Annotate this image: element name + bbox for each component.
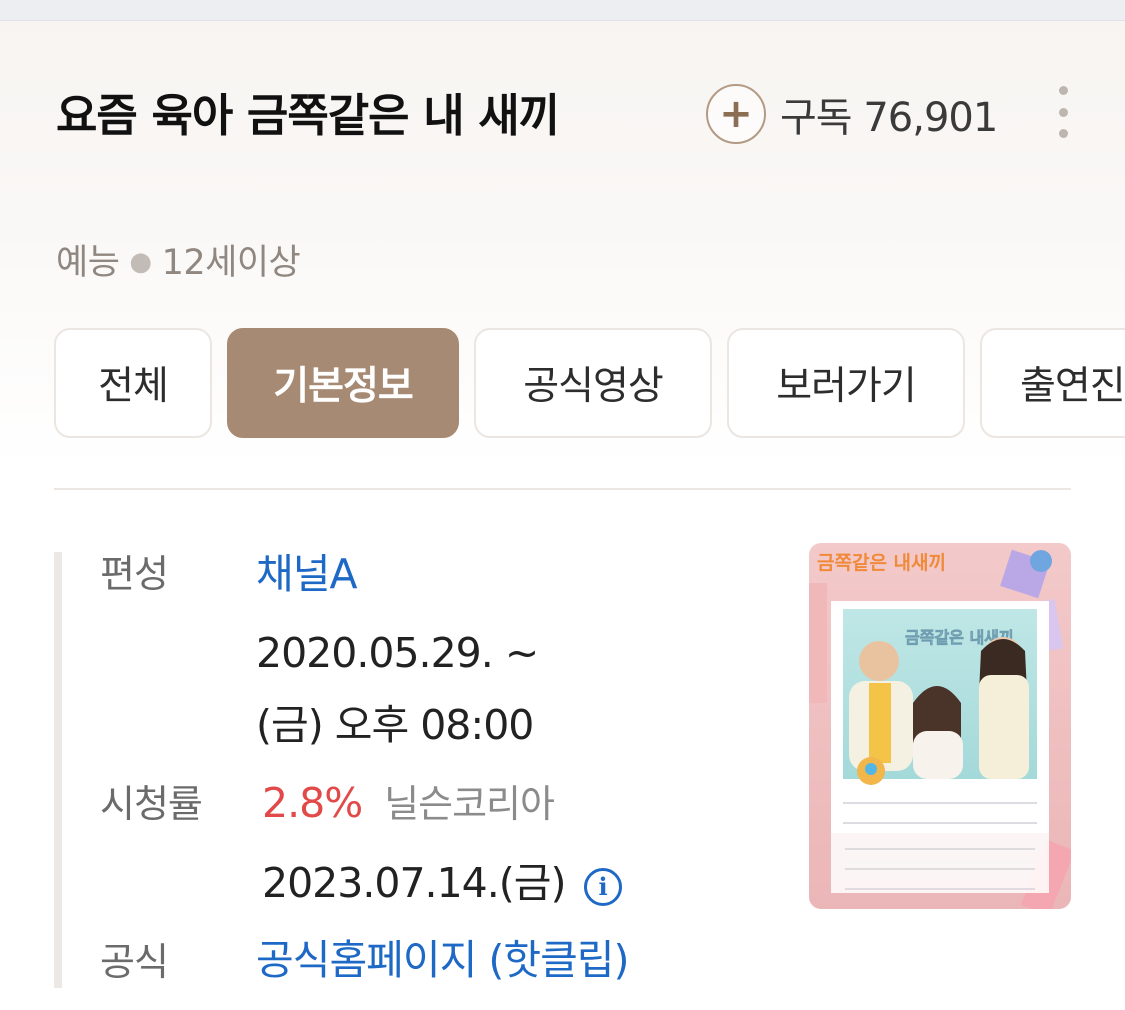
ratings-label: 시청률 <box>100 782 203 826</box>
genre-label: 예능 <box>56 243 120 283</box>
official-links: 공식홈페이지 (핫클립) <box>256 932 630 988</box>
broadcast-schedule: (금) 오후 08:00 <box>256 701 534 749</box>
hotclip-link[interactable]: (핫클립) <box>488 936 629 984</box>
broadcast-period: 2020.05.29. ~ <box>256 629 539 677</box>
subscribe-button[interactable]: + 구독 76,901 <box>706 82 998 146</box>
program-poster[interactable]: 금쪽같은 내새끼 금쪽같은 내새끼 <box>809 543 1071 909</box>
ratings-source: 닐슨코리아 <box>384 782 555 826</box>
poster-title-top: 금쪽같은 내새끼 <box>817 552 946 574</box>
ratings-value: 2.8% <box>262 779 363 827</box>
program-info-page: 요즘 육아 금쪽같은 내 새끼 + 구독 76,901 예능 ● 12세이상 전체 … <box>0 0 1125 1010</box>
section-divider <box>54 488 1071 490</box>
tab-all[interactable]: 전체 <box>54 328 212 438</box>
info-accent-bar <box>54 552 62 988</box>
ratings-date-row: 2023.07.14.(금) i <box>262 855 622 911</box>
ratings-date: 2023.07.14.(금) <box>262 859 566 907</box>
more-options-icon[interactable] <box>1050 86 1076 138</box>
subscribe-label: 구독 76,901 <box>780 95 998 141</box>
subscriber-count: 76,901 <box>863 95 998 141</box>
separator-dot: ● <box>129 247 152 277</box>
tab-bar: 전체 기본정보 공식영상 보러가기 출연진 <box>54 328 1125 442</box>
info-icon[interactable]: i <box>583 868 622 906</box>
program-meta: 예능 ● 12세이상 <box>56 240 301 285</box>
program-title: 요즘 육아 금쪽같은 내 새끼 <box>56 89 560 142</box>
channel-link[interactable]: 채널A <box>256 546 357 602</box>
official-label: 공식 <box>100 940 169 984</box>
ratings-value-row: 2.8% 닐슨코리아 <box>262 775 555 832</box>
tab-basic-info[interactable]: 기본정보 <box>227 328 459 438</box>
plus-icon: + <box>706 84 766 144</box>
top-bar <box>0 0 1125 21</box>
poster-image: 금쪽같은 내새끼 금쪽같은 내새끼 <box>809 543 1071 909</box>
homepage-link[interactable]: 공식홈페이지 <box>256 936 477 984</box>
tab-official-videos[interactable]: 공식영상 <box>474 328 712 438</box>
age-rating: 12세이상 <box>161 243 301 283</box>
broadcast-label: 편성 <box>100 552 169 596</box>
tab-cast[interactable]: 출연진 <box>980 328 1125 438</box>
tab-watch[interactable]: 보러가기 <box>727 328 965 438</box>
